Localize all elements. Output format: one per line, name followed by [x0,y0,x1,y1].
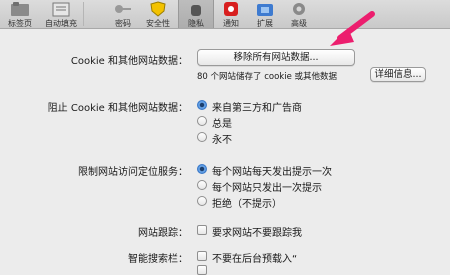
tab-notifications-label: 通知 [223,19,239,28]
tab-passwords-label: 密码 [115,19,131,28]
cookies-info-text: 80 个网站储存了 cookie 或其他数据 [197,72,338,82]
tab-security-label: 安全性 [146,19,170,28]
block-always-radio[interactable] [197,116,207,126]
tab-tabs-label: 标签页 [8,19,32,28]
location-label: 限制网站访问定位服务： [78,167,188,178]
shield-icon [150,1,166,17]
annotation-arrow-icon [330,11,375,46]
block-third-party-label: 来自第三方和广告商 [212,103,302,114]
autofill-icon [52,2,70,17]
location-daily-label: 每个网站每天发出提示一次 [212,167,332,178]
tab-privacy[interactable]: 隐私 [178,0,214,28]
block-never-label: 永不 [212,135,232,146]
second-search-checkbox[interactable] [197,265,207,275]
tab-security[interactable]: 安全性 [140,0,176,28]
tab-privacy-label: 隐私 [188,19,204,28]
tab-autofill-label: 自动填充 [45,19,77,28]
cookies-label: Cookie 和其他网站数据： [70,56,188,67]
details-button[interactable]: 详细信息... [370,67,426,82]
tab-extensions[interactable]: 扩展 [248,0,282,28]
extensions-icon [257,4,273,16]
notification-icon [224,2,238,16]
block-cookies-label: 阻止 Cookie 和其他网站数据： [47,103,188,114]
block-always-label: 总是 [212,119,232,130]
tab-extensions-label: 扩展 [257,19,273,28]
corner-fade [340,211,450,271]
tab-autofill[interactable]: 自动填充 [40,0,82,28]
block-third-party-radio[interactable] [197,100,207,110]
tab-passwords[interactable]: 密码 [106,0,140,28]
location-once-label: 每个网站只发出一次提示 [212,183,322,194]
do-not-track-checkbox[interactable] [197,225,207,235]
smart-search-label: 智能搜索栏： [128,254,188,265]
location-deny-label: 拒绝（不提示） [212,199,282,210]
toolbar-divider [83,2,84,26]
tab-tabs[interactable]: 标签页 [0,0,40,28]
no-preload-checkbox[interactable] [197,251,207,261]
location-once-radio[interactable] [197,180,207,190]
location-deny-radio[interactable] [197,196,207,206]
do-not-track-label: 要求网站不要跟踪我 [212,228,302,239]
preferences-toolbar: 标签页 自动填充 密码 安全性 隐私 通知 扩展 高级 [0,0,450,29]
key-icon [115,5,131,13]
location-daily-radio[interactable] [197,164,207,174]
tab-notifications[interactable]: 通知 [214,0,248,28]
privacy-hand-icon [191,5,201,16]
tracking-label: 网站跟踪： [138,228,188,239]
block-never-radio[interactable] [197,132,207,142]
no-preload-label: 不要在后台预载入“ [212,254,298,265]
tabs-icon [11,2,29,16]
